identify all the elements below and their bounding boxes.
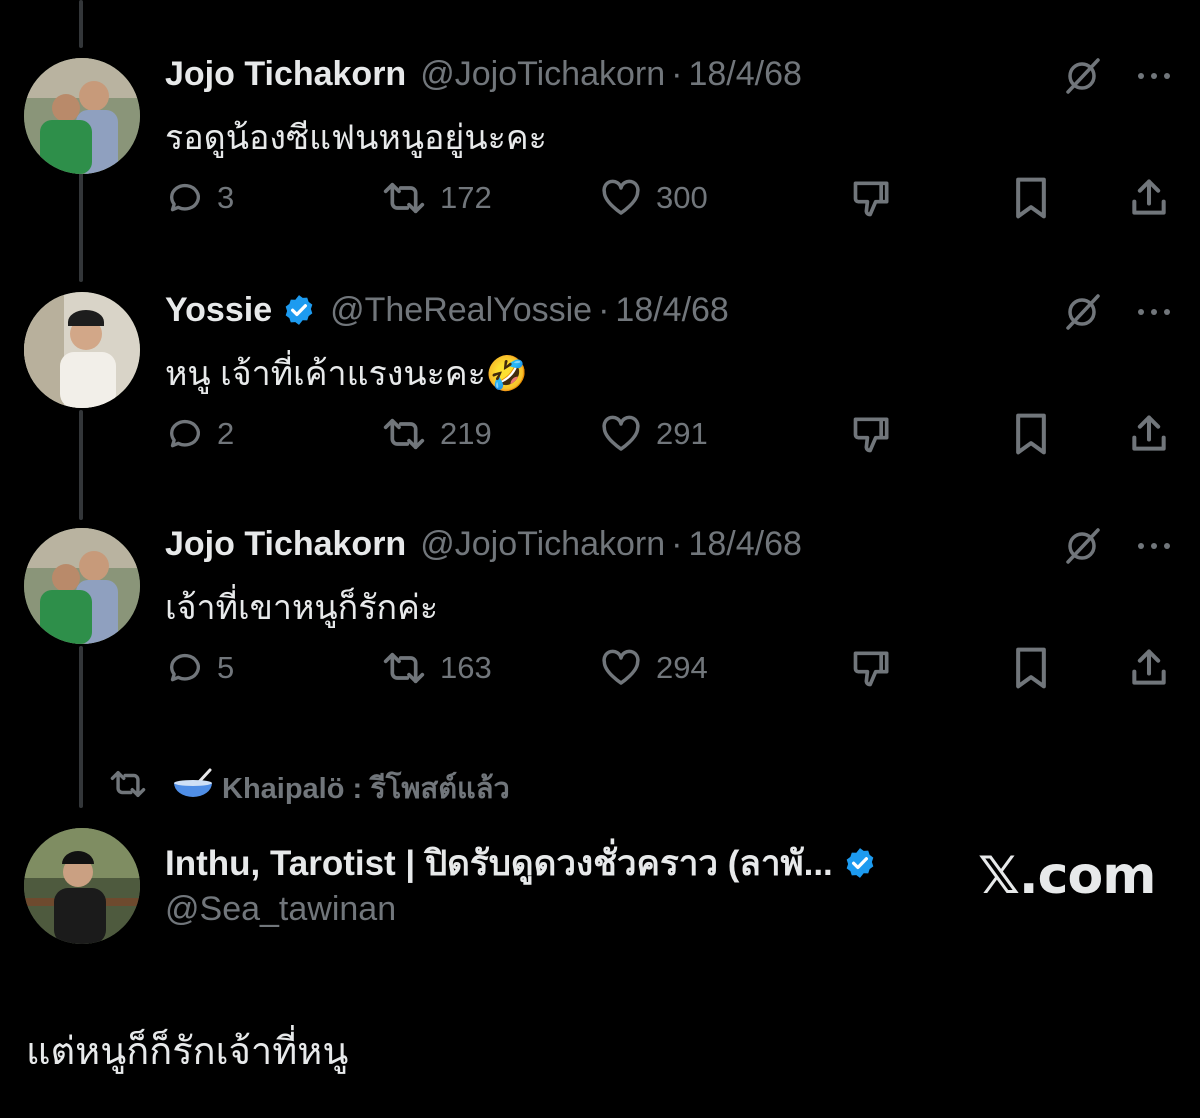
repost-user[interactable]: Khaipalö : รีโพสต์แล้ว — [222, 765, 510, 811]
repost-icon — [380, 178, 428, 218]
like-icon — [598, 178, 644, 218]
caption-text: แต่หนูก็ก็รักเจ้าที่หนู — [26, 1031, 349, 1073]
display-name[interactable]: Inthu, Tarotist | ปิดรับดูดวงชั่วคราว (ล… — [165, 836, 833, 891]
repost-button[interactable]: 163 — [380, 643, 492, 693]
like-count: 294 — [656, 650, 708, 685]
display-name[interactable]: Jojo Tichakorn — [165, 55, 406, 94]
tweet-header: Jojo Tichakorn @JojoTichakorn · 18/4/68 — [165, 52, 802, 96]
like-count: 291 — [656, 416, 708, 451]
reply-count: 3 — [217, 180, 235, 215]
grok-icon[interactable] — [1062, 56, 1102, 96]
tweet-actions: 5 163 294 — [165, 643, 1175, 693]
repost-button[interactable]: 219 — [380, 409, 492, 459]
verified-icon — [282, 293, 316, 327]
username[interactable]: @JojoTichakorn — [420, 55, 665, 94]
reply-button[interactable]: 2 — [165, 409, 234, 459]
like-icon — [598, 648, 644, 688]
tweet-text: หนู เจ้าที่เค้าแรงนะคะ🤣 — [165, 355, 529, 393]
timestamp[interactable]: 18/4/68 — [688, 525, 801, 564]
display-name[interactable]: Jojo Tichakorn — [165, 525, 406, 564]
tweet-top-icons — [1062, 526, 1172, 566]
like-count: 300 — [656, 180, 708, 215]
dislike-button[interactable] — [850, 173, 894, 223]
avatar[interactable] — [24, 528, 140, 644]
tweet-header: Jojo Tichakorn @JojoTichakorn · 18/4/68 — [165, 522, 802, 566]
bookmark-button[interactable] — [1011, 409, 1051, 459]
reply-icon — [165, 414, 205, 454]
dislike-button[interactable] — [850, 643, 894, 693]
tweet-text: รอดูน้องซีแฟนหนูอยู่นะคะ — [165, 119, 547, 157]
bookmark-icon — [1011, 646, 1051, 690]
tweet-top-icons — [1062, 56, 1172, 96]
dislike-icon — [850, 646, 894, 690]
timestamp[interactable]: 18/4/68 — [615, 291, 728, 330]
share-icon — [1127, 646, 1171, 690]
username[interactable]: @JojoTichakorn — [420, 525, 665, 564]
x-logo-watermark: 𝕏.com — [978, 846, 1156, 906]
repost-button[interactable]: 172 — [380, 173, 492, 223]
username[interactable]: @Sea_tawinan — [165, 890, 396, 929]
reply-icon — [165, 648, 205, 688]
avatar[interactable] — [24, 828, 140, 944]
like-button[interactable]: 291 — [598, 409, 708, 459]
thread-line — [79, 646, 83, 808]
thread-line — [79, 172, 83, 282]
profile-name-row: Inthu, Tarotist | ปิดรับดูดวงชั่วคราว (ล… — [165, 840, 877, 886]
separator: · — [598, 290, 610, 329]
repost-icon — [380, 414, 428, 454]
grok-icon[interactable] — [1062, 292, 1102, 332]
username[interactable]: @TheRealYossie — [330, 291, 592, 330]
like-button[interactable]: 300 — [598, 173, 708, 223]
avatar[interactable] — [24, 292, 140, 408]
bookmark-icon — [1011, 176, 1051, 220]
like-icon — [598, 414, 644, 454]
verified-icon — [843, 846, 877, 880]
display-name[interactable]: Yossie — [165, 291, 272, 330]
tweet-text: เจ้าที่เขาหนูก็รักค่ะ — [165, 589, 439, 627]
share-icon — [1127, 412, 1171, 456]
repost-icon — [108, 767, 148, 809]
bowl-emoji-icon — [172, 767, 214, 809]
repost-count: 172 — [440, 180, 492, 215]
bookmark-button[interactable] — [1011, 173, 1051, 223]
dislike-button[interactable] — [850, 409, 894, 459]
repost-count: 163 — [440, 650, 492, 685]
reply-button[interactable]: 3 — [165, 173, 234, 223]
share-button[interactable] — [1127, 409, 1171, 459]
avatar[interactable] — [24, 58, 140, 174]
like-button[interactable]: 294 — [598, 643, 708, 693]
more-icon[interactable] — [1136, 58, 1172, 94]
more-icon[interactable] — [1136, 294, 1172, 330]
reply-count: 5 — [217, 650, 235, 685]
reply-button[interactable]: 5 — [165, 643, 234, 693]
dislike-icon — [850, 412, 894, 456]
more-icon[interactable] — [1136, 528, 1172, 564]
share-button[interactable] — [1127, 643, 1171, 693]
repost-icon — [380, 648, 428, 688]
reply-count: 2 — [217, 416, 235, 451]
tweet-top-icons — [1062, 292, 1172, 332]
reply-icon — [165, 178, 205, 218]
thread-line — [79, 0, 83, 48]
share-button[interactable] — [1127, 173, 1171, 223]
tweet-header: Yossie @TheRealYossie · 18/4/68 — [165, 288, 729, 332]
bookmark-icon — [1011, 412, 1051, 456]
separator: · — [671, 54, 683, 93]
thread-line — [79, 410, 83, 520]
timestamp[interactable]: 18/4/68 — [688, 55, 801, 94]
grok-icon[interactable] — [1062, 526, 1102, 566]
separator: · — [671, 524, 683, 563]
repost-notice[interactable]: Khaipalö : รีโพสต์แล้ว — [108, 766, 510, 810]
share-icon — [1127, 176, 1171, 220]
repost-count: 219 — [440, 416, 492, 451]
dislike-icon — [850, 176, 894, 220]
bookmark-button[interactable] — [1011, 643, 1051, 693]
tweet-actions: 3 172 300 — [165, 173, 1175, 223]
tweet-actions: 2 219 291 — [165, 409, 1175, 459]
